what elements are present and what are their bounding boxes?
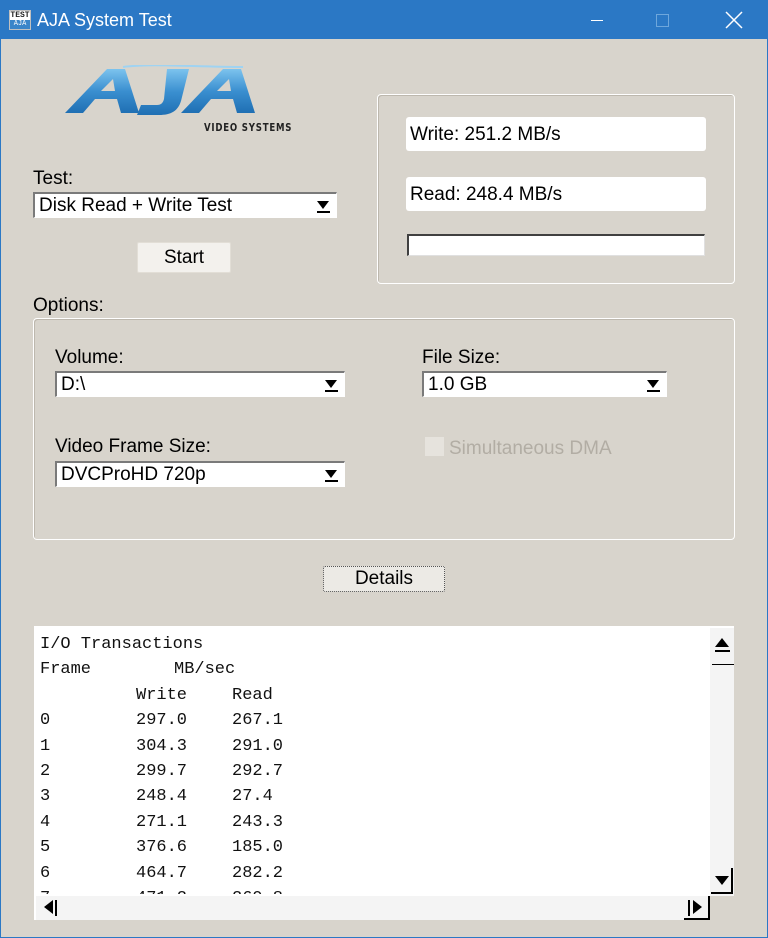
log-cell-frame: 0 — [40, 711, 51, 731]
log-row: 0 297.0 267.1 — [40, 708, 710, 733]
scroll-right-icon[interactable] — [684, 896, 710, 920]
log-header: Frame MB/sec — [40, 657, 710, 682]
log-cell-write: 271.1 — [136, 812, 188, 832]
log-cell-write: 464.7 — [136, 863, 188, 883]
log-row: 7471.2269.8 — [40, 886, 710, 894]
horizontal-scrollbar[interactable] — [36, 896, 710, 920]
options-group — [33, 318, 735, 540]
read-speed-display: Read: 248.4 MB/s — [406, 177, 706, 211]
scroll-thumb[interactable] — [712, 664, 734, 665]
log-row: 2 299.7 292.7 — [40, 759, 710, 784]
log-header-frame: Frame — [40, 660, 92, 680]
log-rows: 0 297.0 267.1 1 304.3 291.0 2 299.7 292.7 3 248.4 2… — [40, 708, 710, 894]
chevron-down-icon[interactable] — [320, 464, 342, 485]
log-cell-read: 282.2 — [232, 863, 284, 883]
file-size-select[interactable]: 1.0 GB — [422, 371, 667, 397]
details-log[interactable]: I/O Transactions Frame MB/sec Write Read 0… — [33, 625, 735, 921]
title-bar[interactable]: TEST AJA AJA System Test — [1, 1, 767, 39]
volume-select-value: D:\ — [61, 374, 86, 395]
log-cell-frame: 6 — [40, 863, 51, 883]
log-col-write: Write — [136, 685, 188, 705]
minimize-button[interactable] — [575, 1, 621, 39]
log-cell-frame: 5 — [40, 838, 51, 858]
progress-bar — [407, 234, 705, 256]
start-button[interactable]: Start — [137, 242, 231, 273]
app-icon-top-text: TEST — [10, 11, 30, 20]
test-select-value: Disk Read + Write Test — [39, 195, 233, 216]
log-cell-write: 248.4 — [136, 787, 188, 807]
log-title: I/O Transactions — [40, 635, 204, 654]
test-select[interactable]: Disk Read + Write Test — [33, 192, 337, 218]
volume-label: Volume: — [55, 347, 124, 368]
frame-size-label: Video Frame Size: — [55, 436, 211, 457]
window-title: AJA System Test — [37, 10, 172, 30]
volume-select[interactable]: D:\ — [55, 371, 345, 397]
log-cell-write: 297.0 — [136, 711, 188, 731]
scroll-down-icon[interactable] — [711, 868, 733, 894]
write-speed-text: Write: 251.2 MB/s — [410, 124, 561, 145]
log-row: 3 248.4 27.4 — [40, 784, 710, 809]
options-label: Options: — [33, 295, 104, 316]
close-button[interactable] — [711, 1, 757, 39]
frame-size-select-value: DVCProHD 720p — [61, 464, 206, 485]
log-cell-read: 267.1 — [232, 711, 284, 731]
logo-subtitle: VIDEO SYSTEMS — [204, 121, 293, 134]
file-size-label: File Size: — [422, 347, 501, 368]
log-cell-read: 243.3 — [232, 812, 284, 832]
chevron-down-icon[interactable] — [320, 374, 342, 395]
log-cell-frame: 7 — [40, 886, 136, 894]
log-row: 6 464.7 282.2 — [40, 861, 710, 886]
maximize-button — [641, 1, 687, 39]
log-content[interactable]: I/O Transactions Frame MB/sec Write Read 0… — [40, 632, 710, 894]
chevron-down-icon[interactable] — [642, 374, 664, 395]
log-cell-read: 292.7 — [232, 761, 284, 781]
app-window: TEST AJA AJA System Test VIDEO SYSTEMS T… — [0, 0, 768, 938]
frame-size-select[interactable]: DVCProHD 720p — [55, 461, 345, 487]
log-cell-frame: 4 — [40, 812, 51, 832]
log-cell-write: 304.3 — [136, 736, 188, 756]
read-speed-text: Read: 248.4 MB/s — [410, 184, 563, 205]
log-cell-frame: 3 — [40, 787, 51, 807]
log-cell-read: 291.0 — [232, 736, 284, 756]
log-cell-write: 299.7 — [136, 761, 188, 781]
app-icon[interactable]: TEST AJA — [9, 10, 31, 30]
close-icon — [725, 11, 743, 29]
write-speed-display: Write: 251.2 MB/s — [406, 117, 706, 151]
log-row: 1 304.3 291.0 — [40, 734, 710, 759]
log-col-read: Read — [232, 685, 273, 705]
test-label: Test: — [33, 168, 74, 189]
log-subheader: Write Read — [40, 683, 710, 708]
scroll-up-icon[interactable] — [711, 630, 733, 664]
aja-logo-graphic — [65, 64, 255, 115]
log-cell-write: 471.2 — [136, 886, 232, 894]
log-cell-read: 185.0 — [232, 838, 284, 858]
chevron-down-icon[interactable] — [312, 195, 334, 216]
scroll-left-icon[interactable] — [38, 898, 62, 918]
log-row: 5 376.6 185.0 — [40, 835, 710, 860]
file-size-select-value: 1.0 GB — [428, 374, 488, 395]
log-header-units: MB/sec — [174, 660, 236, 680]
scrollbar-corner — [710, 896, 734, 920]
simultaneous-dma-label: Simultaneous DMA — [449, 438, 612, 459]
simultaneous-dma-checkbox — [425, 437, 444, 456]
log-cell-write: 376.6 — [136, 838, 188, 858]
log-row: 4 271.1 243.3 — [40, 810, 710, 835]
details-button[interactable]: Details — [323, 566, 445, 592]
log-cell-frame: 2 — [40, 761, 51, 781]
log-cell-read: 269.8 — [232, 886, 312, 894]
vertical-scrollbar[interactable] — [710, 628, 734, 896]
log-cell-frame: 1 — [40, 736, 51, 756]
app-icon-bottom-text: AJA — [10, 20, 30, 29]
log-cell-read: 27.4 — [232, 787, 273, 807]
